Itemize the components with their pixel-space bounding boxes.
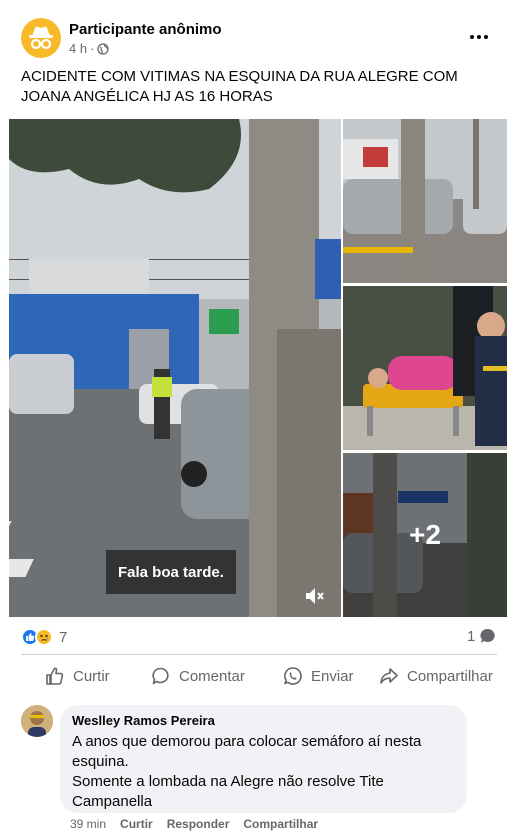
post-actions: Curtir Comentar Enviar Compartilhar: [21, 656, 497, 696]
comment-bubble: Weslley Ramos Pereira A anos que demorou…: [60, 705, 467, 813]
comment-text: A anos que demorou para colocar semáforo…: [72, 732, 455, 812]
reaction-count: 7: [59, 628, 68, 646]
post-text: ACIDENTE COM VITIMAS NA ESQUINA DA RUA A…: [21, 68, 458, 105]
video-main[interactable]: Fala boa tarde.: [9, 119, 341, 617]
divider: [21, 654, 497, 655]
comment-bubble-icon: [480, 628, 496, 643]
like-label: Curtir: [73, 667, 110, 685]
comment-like-button[interactable]: Curtir: [120, 817, 153, 831]
post-meta: 4 h ·: [69, 41, 110, 56]
comment-count-value: 1: [467, 627, 476, 645]
more-options-button[interactable]: [466, 26, 492, 48]
comment-meta: 39 min Curtir Responder Compartilhar: [70, 817, 318, 831]
post-author[interactable]: Participante anônimo: [69, 21, 222, 38]
comment-reply-button[interactable]: Responder: [167, 817, 230, 831]
photo-thumbnail-1[interactable]: [343, 119, 507, 283]
comment-count[interactable]: 1: [467, 627, 497, 645]
comment-icon: [152, 667, 169, 685]
thumbs-up-icon: [46, 667, 64, 685]
globe-icon: [97, 42, 110, 55]
comment-line: A anos que demorou para colocar semáforo…: [72, 733, 422, 750]
whatsapp-icon: [284, 667, 302, 685]
comment-share-button[interactable]: Compartilhar: [243, 817, 318, 831]
like-button[interactable]: Curtir: [45, 656, 110, 696]
comment-label: Comentar: [179, 667, 245, 685]
sad-reaction-icon: [35, 628, 53, 646]
photo-thumbnail-3[interactable]: +2: [343, 453, 507, 617]
post-time[interactable]: 4 h: [69, 41, 87, 56]
comment-line: Campanella: [72, 793, 153, 810]
reactions-summary[interactable]: 7: [21, 627, 67, 647]
incognito-icon: [29, 26, 53, 50]
meta-separator: ·: [90, 41, 95, 56]
share-button[interactable]: Compartilhar: [379, 656, 493, 696]
comment-author[interactable]: Weslley Ramos Pereira: [72, 713, 455, 729]
comment-button[interactable]: Comentar: [151, 656, 245, 696]
send-button[interactable]: Enviar: [283, 656, 354, 696]
share-label: Compartilhar: [407, 667, 493, 685]
anonymous-avatar[interactable]: [21, 18, 61, 58]
more-photos-overlay[interactable]: +2: [343, 453, 507, 617]
video-caption: Fala boa tarde.: [106, 550, 236, 594]
photo-thumbnail-2[interactable]: [343, 286, 507, 450]
share-icon: [380, 668, 398, 684]
comment-line: esquina.: [72, 753, 129, 770]
comment-line: Somente a lombada na Alegre não resolve …: [72, 773, 384, 790]
post-header: Participante anônimo 4 h ·: [0, 0, 517, 64]
comment-time[interactable]: 39 min: [70, 817, 106, 831]
commenter-avatar[interactable]: [21, 705, 53, 737]
media-grid: Fala boa tarde. +2: [9, 119, 507, 617]
volume-mute-icon[interactable]: [303, 585, 325, 607]
more-icon: [470, 35, 474, 39]
send-label: Enviar: [311, 667, 354, 685]
